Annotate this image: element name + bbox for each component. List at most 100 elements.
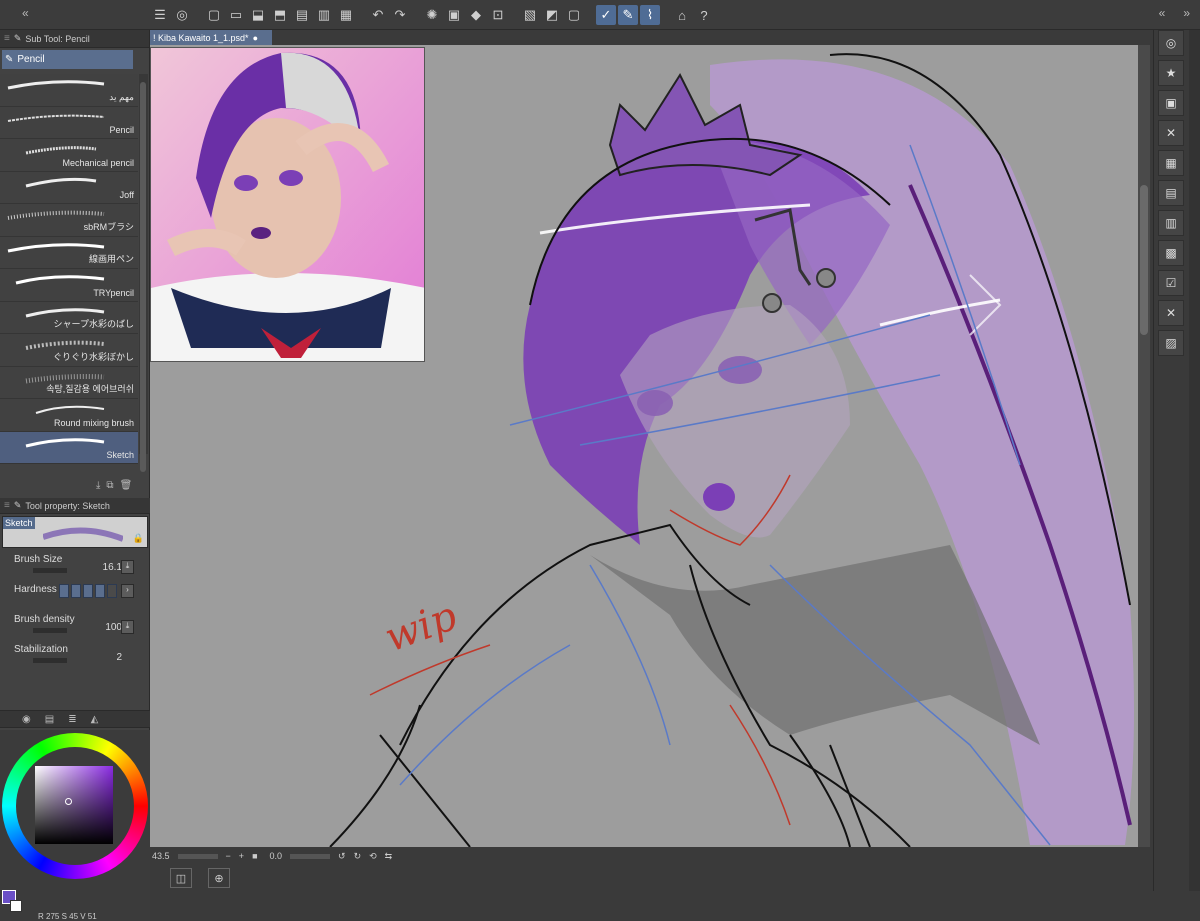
subtool-group-tab[interactable]: ✎ Pencil bbox=[2, 50, 133, 69]
material-list-icon[interactable]: ▤ bbox=[1158, 180, 1184, 206]
grip-icon[interactable]: ≡ bbox=[4, 33, 10, 44]
rotation-value[interactable]: 0.0 bbox=[270, 851, 283, 861]
snap-special-icon[interactable]: ▢ bbox=[564, 5, 584, 25]
hat-icon[interactable]: ⌂ bbox=[672, 5, 692, 25]
reset-rotation-icon[interactable]: ⟲ bbox=[369, 851, 377, 862]
hardness-level-5[interactable] bbox=[107, 584, 117, 598]
brush-item[interactable]: TRYpencil bbox=[0, 269, 138, 302]
snap-ruler-icon[interactable]: ◩ bbox=[542, 5, 562, 25]
png-export-icon[interactable]: ▥ bbox=[314, 5, 334, 25]
material-grid-icon[interactable]: ▦ bbox=[1158, 150, 1184, 176]
stabilization-value[interactable]: 2 bbox=[116, 652, 122, 663]
sub-color-swatch[interactable] bbox=[10, 900, 22, 912]
hardness-selector[interactable] bbox=[59, 584, 117, 598]
intermediate-color-tab-icon[interactable]: ≣ bbox=[68, 714, 76, 725]
brush-item[interactable]: 속탕,질감용 에어브러쉬 bbox=[0, 366, 138, 399]
brush-item-selected[interactable]: Sketch bbox=[0, 431, 138, 464]
brush-stroke-icon[interactable]: ✎ bbox=[618, 5, 638, 25]
collapse-left-icon[interactable]: « bbox=[22, 6, 29, 20]
material-table-icon[interactable]: ▥ bbox=[1158, 210, 1184, 236]
brush-density-value[interactable]: 100 bbox=[105, 622, 122, 633]
jpeg-export-icon[interactable]: ▤ bbox=[292, 5, 312, 25]
color-wheel-tab-icon[interactable]: ◉ bbox=[22, 714, 31, 725]
rotation-slider[interactable] bbox=[290, 853, 331, 859]
brush-item[interactable]: 線画用ペン bbox=[0, 236, 138, 269]
brush-density-slider[interactable] bbox=[33, 628, 67, 633]
material-check-icon[interactable]: ☑ bbox=[1158, 270, 1184, 296]
brush-item[interactable]: Mechanical pencil bbox=[0, 139, 138, 172]
material-star-icon[interactable]: ★ bbox=[1158, 60, 1184, 86]
duplicate-icon[interactable]: ⧉ bbox=[106, 480, 113, 491]
stabilization-slider[interactable] bbox=[33, 658, 67, 663]
material-image-icon[interactable]: ▩ bbox=[1158, 240, 1184, 266]
new-icon[interactable]: ▢ bbox=[204, 5, 224, 25]
brush-density-settings-icon[interactable]: ⤓ bbox=[121, 620, 134, 634]
grip-icon[interactable]: ≡ bbox=[4, 500, 10, 511]
brush-item[interactable]: مهم يد bbox=[0, 74, 138, 107]
rotate-left-icon[interactable]: ↺ bbox=[338, 851, 346, 862]
navigator-panel-icon[interactable]: ◎ bbox=[1158, 30, 1184, 56]
document-tab[interactable]: ! Kiba Kawaito 1_1.psd* ● bbox=[150, 30, 272, 45]
brush-item[interactable]: Joff bbox=[0, 171, 138, 204]
open-icon[interactable]: ▭ bbox=[226, 5, 246, 25]
psd-export-icon[interactable]: ▦ bbox=[336, 5, 356, 25]
menu-icon[interactable]: ☰ bbox=[150, 5, 170, 25]
color-set-tab-icon[interactable]: ▤ bbox=[45, 714, 54, 725]
brush-item[interactable]: シャープ水彩のばし bbox=[0, 301, 138, 334]
trash-icon[interactable]: 🗑 bbox=[120, 480, 133, 491]
material-panel-icon[interactable]: ▣ bbox=[1158, 90, 1184, 116]
brush-size-slider[interactable] bbox=[33, 568, 67, 573]
pen-stroke-icon[interactable]: ✓ bbox=[596, 5, 616, 25]
hardness-expand-icon[interactable]: › bbox=[121, 584, 134, 598]
hardness-level-3[interactable] bbox=[83, 584, 93, 598]
material-x-icon[interactable]: ✕ bbox=[1158, 300, 1184, 326]
redo-icon[interactable]: ↷ bbox=[390, 5, 410, 25]
brush-size-value[interactable]: 16.1 bbox=[103, 562, 122, 573]
flip-icon[interactable]: ⇆ bbox=[385, 851, 393, 862]
transform-icon[interactable]: ⊡ bbox=[488, 5, 508, 25]
hide-selection-icon[interactable]: ▧ bbox=[520, 5, 540, 25]
reference-image[interactable] bbox=[150, 47, 425, 362]
clear-icon[interactable]: ▣ bbox=[444, 5, 464, 25]
brush-size-settings-icon[interactable]: ⤓ bbox=[121, 560, 134, 574]
material-info-icon[interactable]: ▨ bbox=[1158, 330, 1184, 356]
lock-icon[interactable]: 🔒 bbox=[133, 533, 144, 544]
export-icon[interactable]: ⬒ bbox=[270, 5, 290, 25]
zoom-in-icon[interactable]: + bbox=[239, 851, 244, 861]
help-icon[interactable]: ? bbox=[694, 5, 714, 25]
brush-item[interactable]: sbRMブラシ bbox=[0, 204, 138, 237]
canvas[interactable]: wip bbox=[150, 45, 1138, 847]
brush-item[interactable]: Pencil bbox=[0, 106, 138, 139]
zoom-slider[interactable] bbox=[177, 853, 218, 859]
layout-icon[interactable]: ◫ bbox=[170, 868, 192, 888]
canvas-vertical-scrollbar[interactable] bbox=[1138, 45, 1150, 847]
undo-icon[interactable]: ↶ bbox=[368, 5, 388, 25]
app-logo-icon[interactable]: ◎ bbox=[172, 5, 192, 25]
material-close-icon[interactable]: ✕ bbox=[1158, 120, 1184, 146]
brush-list-scrollbar[interactable] bbox=[139, 74, 148, 472]
download-icon[interactable]: ⤓ bbox=[96, 480, 100, 491]
expand-right-icon[interactable]: » bbox=[1183, 6, 1190, 20]
save-icon[interactable]: ⬓ bbox=[248, 5, 268, 25]
fit-icon[interactable]: ■ bbox=[252, 851, 257, 861]
hardness-level-2[interactable] bbox=[71, 584, 81, 598]
rotate-right-icon[interactable]: ↻ bbox=[354, 851, 362, 862]
brush-item[interactable]: Round mixing brush bbox=[0, 399, 138, 432]
saturation-value-square[interactable] bbox=[35, 766, 113, 844]
scrollbar-thumb[interactable] bbox=[1140, 185, 1148, 335]
zoom-out-icon[interactable]: − bbox=[226, 851, 231, 861]
loading-icon[interactable]: ✺ bbox=[422, 5, 442, 25]
navigator-icon[interactable]: ⊕ bbox=[208, 868, 230, 888]
collapse-right-icon[interactable]: « bbox=[1159, 6, 1166, 20]
close-tab-icon[interactable]: ● bbox=[253, 33, 258, 43]
zoom-value[interactable]: 43.5 bbox=[152, 851, 170, 861]
sketch-stroke-icon[interactable]: ⌇ bbox=[640, 5, 660, 25]
approximate-color-tab-icon[interactable]: ◭ bbox=[91, 714, 99, 725]
color-picker-cursor[interactable] bbox=[65, 798, 72, 805]
hardness-level-1[interactable] bbox=[59, 584, 69, 598]
document-area: wip 43.5 − + ■ 0.0 ↺ ↻ ⟲ ⇆ bbox=[150, 45, 1150, 865]
hardness-level-4[interactable] bbox=[95, 584, 105, 598]
scrollbar-thumb[interactable] bbox=[140, 82, 146, 472]
brush-item[interactable]: ぐりぐり水彩ぼかし bbox=[0, 334, 138, 367]
fill-icon[interactable]: ◆ bbox=[466, 5, 486, 25]
